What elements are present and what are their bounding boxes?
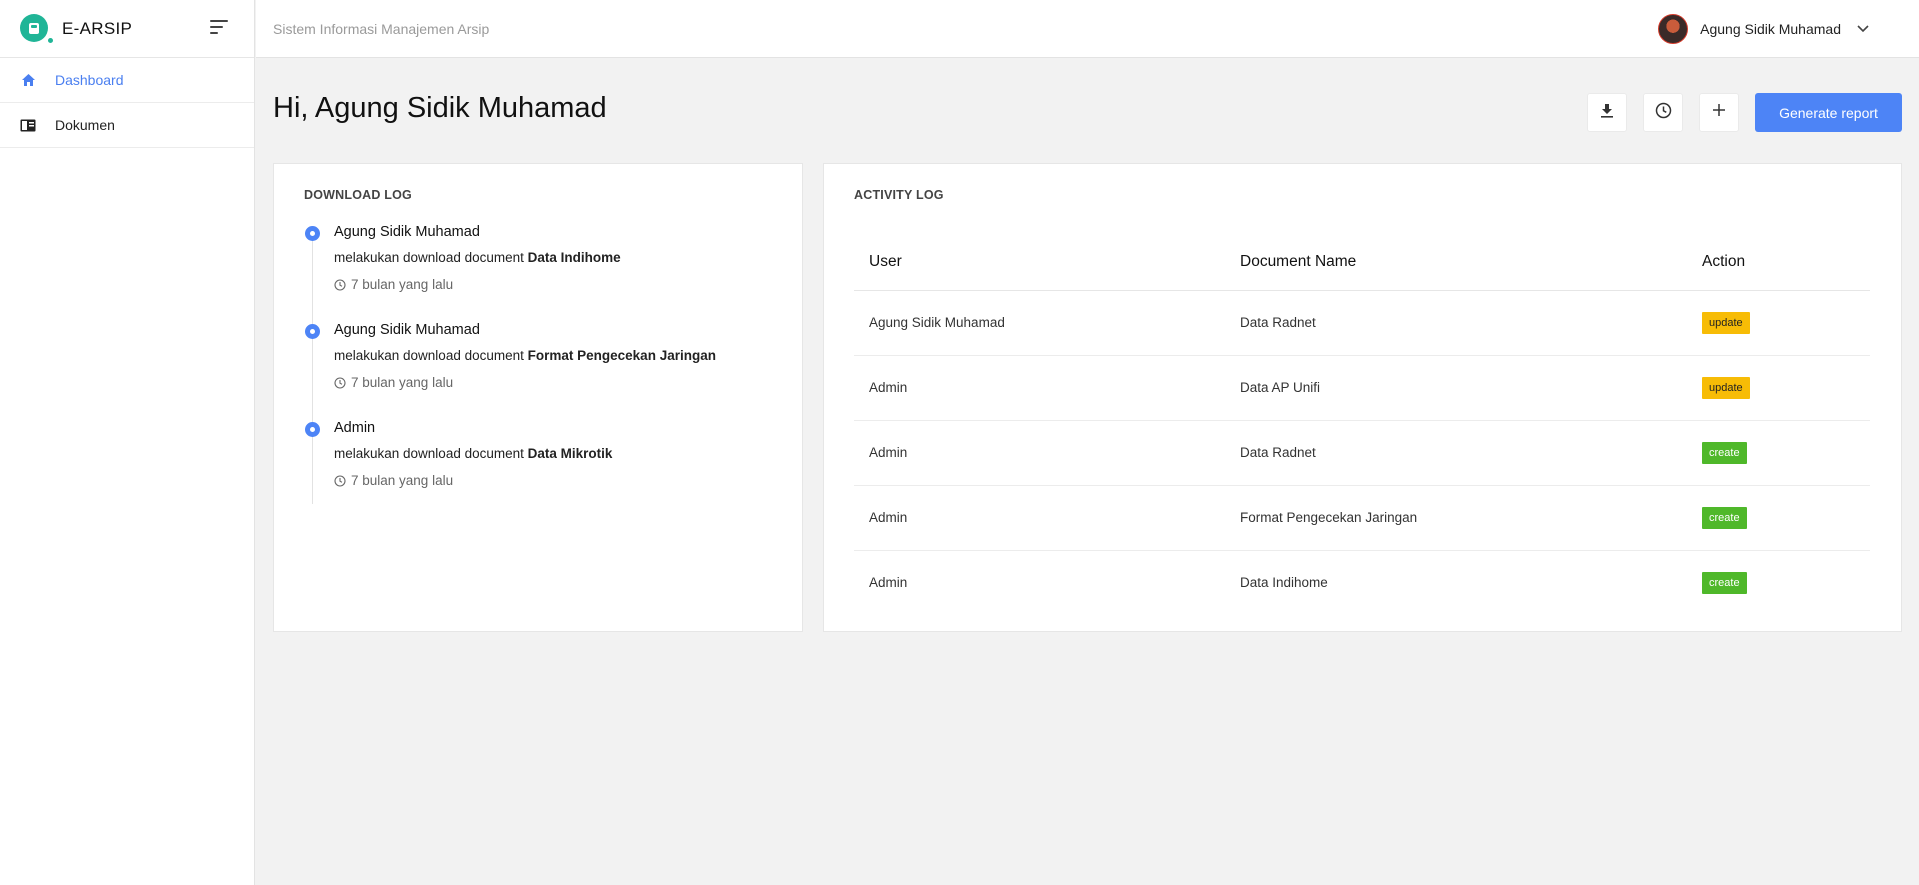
download-icon [1600,103,1614,123]
menu-toggle-icon[interactable] [210,20,230,36]
cell-action: create [1687,420,1870,486]
column-header-user: User [854,234,1225,291]
timeline-document: Format Pengecekan Jaringan [527,348,716,363]
download-timeline: Agung Sidik Muhamad melakukan download d… [304,224,784,518]
activity-table: User Document Name Action Agung Sidik Mu… [854,234,1870,615]
history-button[interactable] [1643,93,1683,132]
sidebar-item-dashboard[interactable]: Dashboard [0,58,254,103]
timeline-document: Data Indihome [527,250,621,265]
table-row: Admin Data Indihome create [854,550,1870,615]
cell-action: create [1687,485,1870,551]
action-badge: update [1702,376,1750,399]
timeline-user: Agung Sidik Muhamad [334,322,480,338]
top-bar: Sistem Informasi Manajemen Arsip Agung S… [256,0,1919,58]
timeline-user: Admin [334,420,376,436]
cell-document: Data Radnet [1225,290,1687,356]
timeline-dot-icon [305,324,320,339]
cell-document: Data Radnet [1225,420,1687,486]
cell-user: Agung Sidik Muhamad [854,290,1225,356]
timeline-time: 7 bulan yang lalu [334,375,784,390]
home-icon [20,72,36,88]
download-log-card: DOWNLOAD LOG Agung Sidik Muhamad melakuk… [273,163,803,632]
sidebar-item-label: Dokumen [55,117,115,133]
document-icon [20,117,36,133]
action-badge: create [1702,441,1747,464]
cell-user: Admin [869,575,908,591]
generate-report-button[interactable]: Generate report [1755,93,1902,132]
cell-document: Data Indihome [1240,575,1328,591]
download-button[interactable] [1587,93,1627,132]
cell-document: Format Pengecekan Jaringan [1225,485,1687,551]
table-row: Admin Data Radnet create [854,420,1870,486]
clock-icon [334,278,346,291]
timeline-description: melakukan download document Data Mikroti… [334,446,613,461]
timeline-item: Agung Sidik Muhamad melakukan download d… [304,224,784,322]
brand-name: E-ARSIP [62,18,133,38]
cell-action: update [1687,290,1870,356]
action-badge: create [1702,571,1747,594]
cell-action: create [1687,550,1870,615]
table-row: Admin Data AP Unifi update [854,355,1870,421]
chevron-down-icon [1857,20,1869,38]
clock-icon [1655,102,1672,124]
cell-action: update [1687,355,1870,421]
table-row: Admin Format Pengecekan Jaringan create [854,485,1870,551]
timeline-item: Admin melakukan download document Data M… [304,420,784,518]
plus-icon [1712,103,1726,122]
clock-icon [334,376,346,389]
add-button[interactable] [1699,93,1739,132]
clock-icon [334,474,346,487]
activity-log-title: ACTIVITY LOG [854,188,944,202]
download-log-title: DOWNLOAD LOG [304,188,412,202]
sidebar: E-ARSIP Dashboard Dokumen [0,0,255,885]
timeline-document: Data Mikrotik [527,446,613,461]
app-subtitle: Sistem Informasi Manajemen Arsip [273,20,490,37]
cell-user: Admin [854,420,1225,486]
activity-log-card: ACTIVITY LOG User Document Name Action A… [823,163,1902,632]
action-badge: update [1702,311,1750,334]
column-header-action: Action [1687,234,1870,291]
timeline-dot-icon [305,422,320,437]
column-header-document: Document Name [1225,234,1687,291]
table-row: Agung Sidik Muhamad Data Radnet update [854,290,1870,356]
table-header-row: User Document Name Action [854,234,1870,291]
user-menu[interactable]: Agung Sidik Muhamad [1658,14,1869,44]
cell-user: Admin [854,355,1225,421]
brand-logo-icon [20,13,55,45]
timeline-description: melakukan download document Format Penge… [334,348,716,363]
timeline-item: Agung Sidik Muhamad melakukan download d… [304,322,784,420]
sidebar-item-label: Dashboard [55,72,124,88]
timeline-time: 7 bulan yang lalu [334,473,784,488]
page-title: Hi, Agung Sidik Muhamad [273,92,607,124]
cell-document: Data AP Unifi [1225,355,1687,421]
cell-user: Admin [854,485,1225,551]
action-badge: create [1702,506,1747,529]
avatar [1658,14,1689,44]
brand: E-ARSIP [0,0,254,58]
timeline-user: Agung Sidik Muhamad [334,224,480,240]
timeline-description: melakukan download document Data Indihom… [334,250,621,265]
user-name: Agung Sidik Muhamad [1700,21,1841,37]
timeline-time: 7 bulan yang lalu [334,277,784,292]
sidebar-item-dokumen[interactable]: Dokumen [0,103,254,148]
timeline-dot-icon [305,226,320,241]
